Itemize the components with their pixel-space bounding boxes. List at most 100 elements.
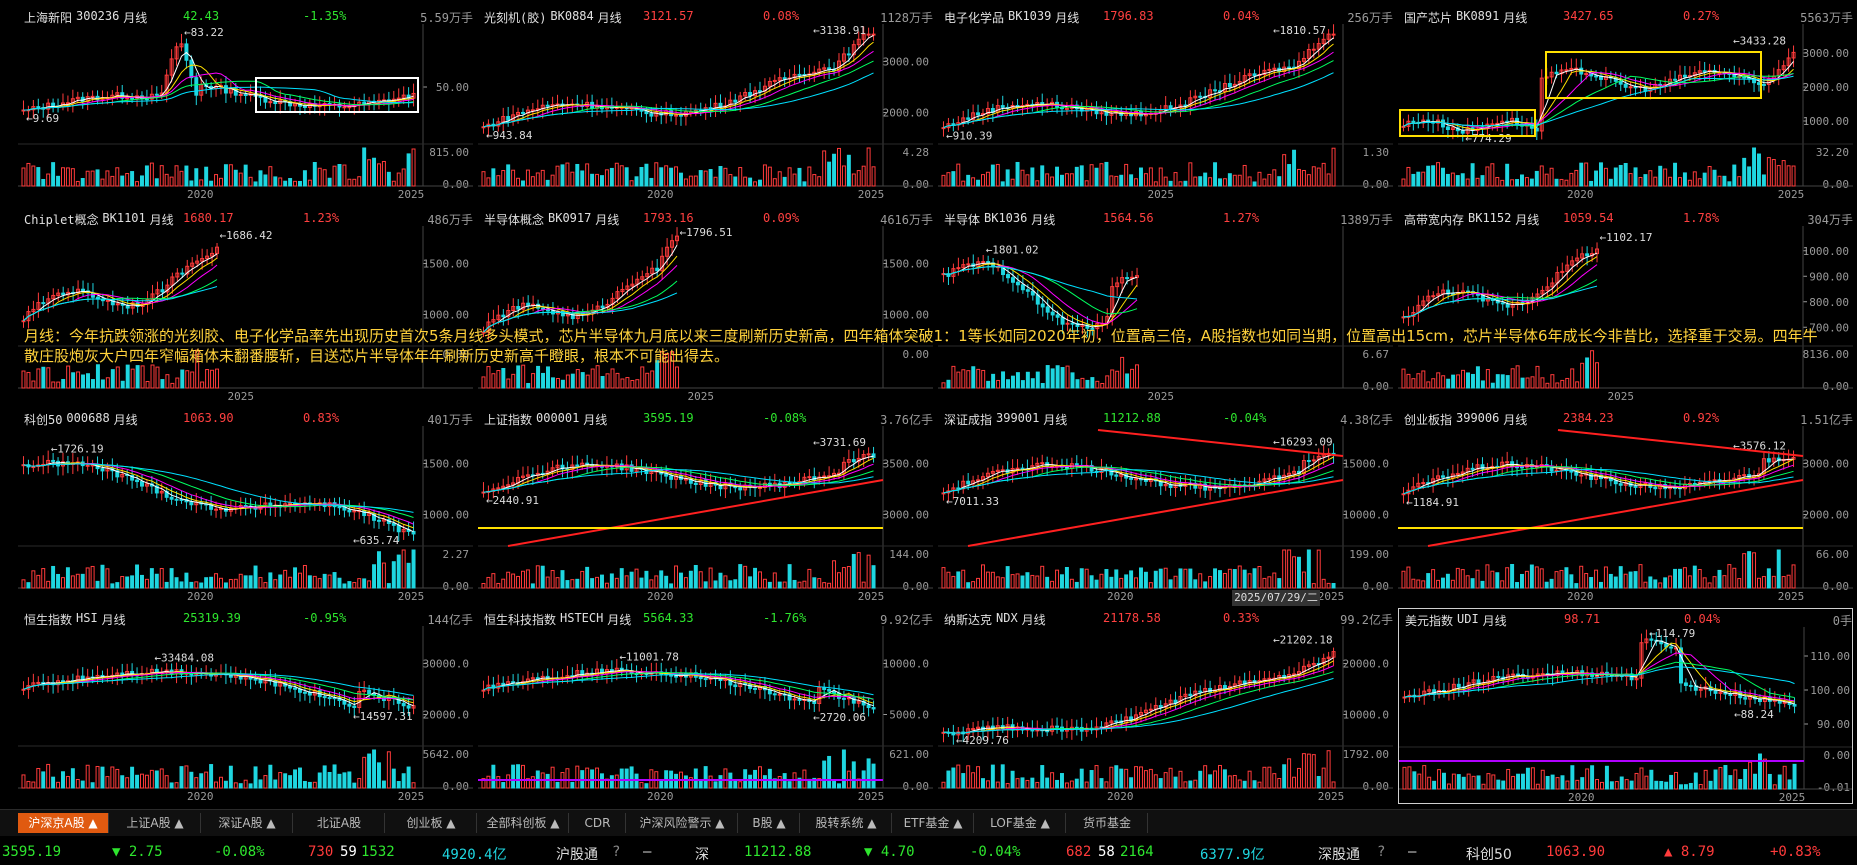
volume-bar <box>1535 783 1540 790</box>
volume-bar <box>1580 777 1585 790</box>
chart-panel[interactable]: 上证指数 000001 月线 3595.19 -0.08% 3.76亿手 3500.00 30… <box>478 408 933 604</box>
market-tab[interactable]: B股 ▲ <box>739 813 800 833</box>
volume-bar <box>1669 774 1674 790</box>
volume-bar <box>1089 575 1094 589</box>
volume-bar <box>526 383 531 389</box>
moving-average-line <box>1403 256 1598 318</box>
volume-bar <box>36 167 41 187</box>
candle-body <box>1267 477 1272 480</box>
sh-help-icon[interactable]: ? <box>612 844 620 860</box>
volume-bar <box>743 176 748 187</box>
volume-bar <box>283 180 288 187</box>
sh-connect-label[interactable]: 沪股通 <box>556 844 598 864</box>
volume-bar <box>1104 781 1109 789</box>
volume-bar <box>1020 575 1025 589</box>
volume-bar <box>317 167 322 187</box>
volume-bar <box>1006 379 1010 389</box>
market-tab[interactable]: 创业板 ▲ <box>386 813 477 833</box>
sz-help-icon[interactable]: ? <box>1377 844 1385 860</box>
volume-bar <box>995 781 1000 789</box>
candle-body <box>1761 83 1766 86</box>
candle-body <box>1633 485 1638 488</box>
volume-bar <box>1148 167 1153 187</box>
volume-bar <box>95 169 100 187</box>
chart-panel[interactable]: Chiplet概念 BK1101 月线 1680.17 1.23% 486万手 1500.0… <box>18 208 473 404</box>
market-tab[interactable]: 沪深京A股 ▲ <box>18 813 109 833</box>
market-tab[interactable]: ETF基金 ▲ <box>893 813 974 833</box>
volume-bar <box>1653 579 1658 589</box>
volume-bar <box>630 379 635 389</box>
volume-bar <box>154 573 159 589</box>
sh-connect-value: — <box>643 844 652 860</box>
chart-panel[interactable]: 半导体概念 BK0917 月线 1793.16 0.09% 4616万手 1500.00 10… <box>478 208 933 404</box>
chart-panel[interactable]: 国产芯片 BK0891 月线 3427.65 0.27% 5563万手 3000.00 200… <box>1398 6 1853 202</box>
market-tab[interactable]: CDR <box>570 813 626 833</box>
volume-bar <box>1490 570 1495 589</box>
volume-bar <box>565 374 570 389</box>
volume-bar <box>639 781 644 789</box>
chart-panel[interactable]: 恒生科技指数 HSTECH 月线 5564.33 -1.76% 9.92亿手 10000.0… <box>478 608 933 804</box>
price-axis-tick: 1500.00 <box>423 458 469 471</box>
volume-bar <box>1634 772 1639 790</box>
volume-bar <box>357 176 362 187</box>
volume-bar <box>293 180 298 187</box>
chart-panel[interactable]: 美元指数 UDI 月线 98.71 0.04% 0手 110.00 100.00 90.00 0.… <box>1398 608 1853 804</box>
market-tab[interactable]: 上证A股 ▲ <box>110 813 201 833</box>
volume-bar <box>846 566 851 589</box>
volume-bar <box>1648 576 1653 589</box>
sz-up-count: 682 <box>1066 844 1092 860</box>
volume-bar <box>1198 770 1203 789</box>
chart-panel[interactable]: 高带宽内存 BK1152 月线 1059.54 1.78% 304万手 1000.00 900… <box>1398 208 1853 404</box>
volume-bar <box>1623 573 1628 589</box>
volume-bar <box>1603 167 1608 187</box>
candle-body <box>1673 78 1678 81</box>
sz-connect-label[interactable]: 深股通 <box>1318 844 1360 864</box>
volume-bar <box>491 373 496 389</box>
market-tab[interactable]: 深证A股 ▲ <box>202 813 293 833</box>
volume-bar <box>600 175 604 187</box>
volume-bar <box>644 163 649 187</box>
volume-bar <box>1500 580 1505 589</box>
volume-bar <box>812 577 817 589</box>
moving-average-line <box>23 64 414 111</box>
chart-panel[interactable]: 光刻机(胶) BK0884 月线 3121.57 0.08% 1128万手 3000.00 2… <box>478 6 933 202</box>
chart-panel[interactable]: 电子化学品 BK1039 月线 1796.83 0.04% 256万手 1.30 0.00 20… <box>938 6 1393 202</box>
chart-panel[interactable]: 创业板指 399006 月线 2384.23 0.92% 1.51亿手 3000.00 200… <box>1398 408 1853 604</box>
chart-panel[interactable]: 恒生指数 HSI 月线 25319.39 -0.95% 144亿手 30000.0 20000… <box>18 608 473 804</box>
volume-bar <box>792 173 797 187</box>
candlestick-chart: 110.00100.0090.000.00-0.012020 2025←114.7… <box>1399 627 1852 803</box>
sh-up-count: 730 <box>308 844 334 860</box>
chart-panel[interactable]: 纳斯达克 NDX 月线 21178.58 0.33% 99.2亿手 20000.0 10000… <box>938 608 1393 804</box>
chart-panel[interactable]: 科创50 000688 月线 1063.90 0.83% 401万手 1500.00 1000… <box>18 408 473 604</box>
candle-body <box>1595 675 1600 678</box>
candle-body <box>866 33 871 36</box>
volume-bar <box>1124 574 1129 589</box>
volume-bar <box>1544 581 1549 589</box>
market-tab[interactable]: 北证A股 <box>294 813 385 833</box>
volume-bar <box>332 572 337 589</box>
market-tab[interactable]: 货币基金 <box>1067 813 1148 833</box>
market-tab[interactable]: 全部科创板 ▲ <box>478 813 569 833</box>
candle-body <box>396 524 401 533</box>
box-highlight <box>1545 51 1762 99</box>
chart-panel[interactable]: 半导体 BK1036 月线 1564.56 1.27% 1389万手 6.67 0.00 202… <box>938 208 1393 404</box>
chart-panel[interactable]: 上海新阳 300236 月线 42.43 -1.35% 5.59万手 50.00 815.00… <box>18 6 473 202</box>
market-tab[interactable]: LOF基金 ▲ <box>975 813 1066 833</box>
volume-bar <box>728 174 733 187</box>
volume-bar <box>976 368 981 389</box>
volume-bar <box>75 778 80 789</box>
market-tab[interactable]: 沪深风险警示 ▲ <box>627 813 738 833</box>
market-tab[interactable]: 股转系统 ▲ <box>801 813 892 833</box>
candlestick-chart: 1500.001000.002.270.002020 2025←1726.19←6… <box>18 426 473 603</box>
volume-bar <box>268 764 273 789</box>
volume-bar <box>496 776 501 789</box>
candlestick-chart: 3000.002000.004.280.002020 2025←3138.91←9… <box>478 24 933 201</box>
candlestick-chart: 1.300.002025←1810.57←910.39 <box>938 24 1393 201</box>
volume-bar <box>1465 575 1470 589</box>
chart-panel[interactable]: 深证成指 399001 月线 11212.88 -0.04% 4.38亿手 15000.0 1… <box>938 408 1393 604</box>
volume-bar <box>669 167 674 187</box>
volume-bar <box>1747 551 1752 589</box>
candle-body <box>342 506 347 511</box>
moving-average-line <box>23 463 414 525</box>
volume-bar <box>797 581 802 589</box>
